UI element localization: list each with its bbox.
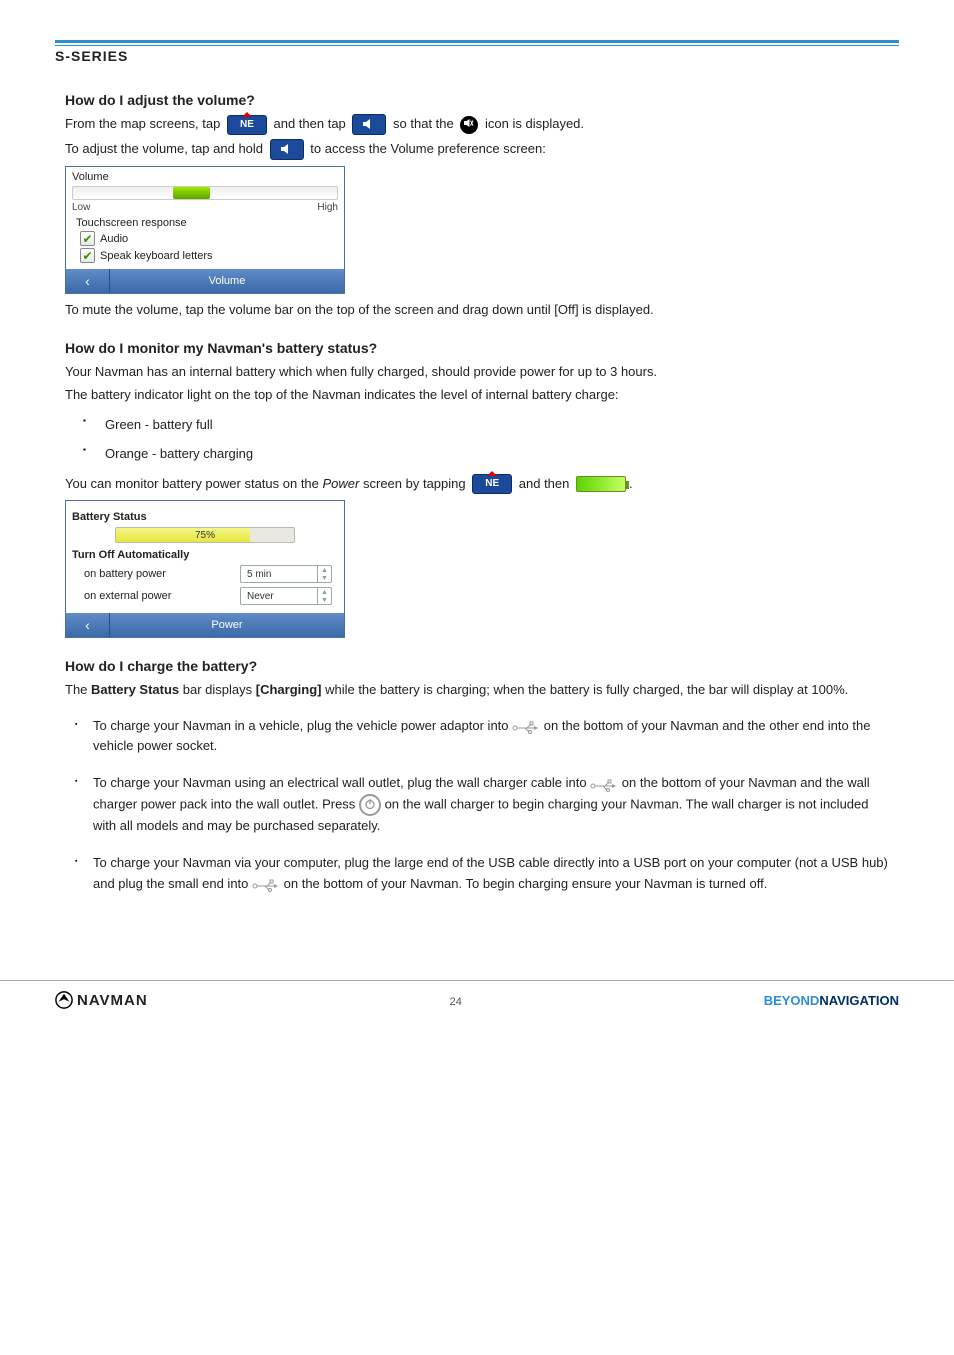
- power-footer-label: Power: [110, 619, 344, 631]
- stepper-arrows-icon: ▲▼: [317, 566, 331, 582]
- on-battery-label: on battery power: [84, 568, 166, 580]
- battery-level-icon: [576, 476, 626, 492]
- charge-intro: The Battery Status bar displays [Chargin…: [65, 680, 889, 700]
- navman-brand-text: NAVMAN: [77, 992, 148, 1009]
- battery-bullets-intro: The battery indicator light on the top o…: [65, 385, 889, 405]
- stepper-arrows-icon-2: ▲▼: [317, 588, 331, 604]
- usb-icon: [512, 719, 540, 733]
- ne-icon-2: NE: [472, 474, 512, 494]
- volume-para-3: To mute the volume, tap the volume bar o…: [65, 300, 889, 320]
- on-external-value: Never: [241, 589, 317, 604]
- volume-para-1: From the map screens, tap NE and then ta…: [65, 114, 889, 135]
- turnoff-heading: Turn Off Automatically: [72, 549, 338, 561]
- charge-step-3: To charge your Navman via your computer,…: [75, 853, 889, 895]
- on-battery-value: 5 min: [241, 567, 317, 582]
- speak-label: Speak keyboard letters: [100, 250, 213, 262]
- mute-icon: [460, 116, 478, 134]
- volume-low-label: Low: [72, 202, 90, 213]
- speaker-icon: [352, 114, 386, 135]
- usb-icon-3: [252, 877, 280, 891]
- audio-checkbox: ✔: [80, 231, 95, 246]
- page-number: 24: [450, 996, 462, 1008]
- battery-monitor-para: You can monitor battery power status on …: [65, 474, 889, 495]
- volume-high-label: High: [317, 202, 338, 213]
- volume-back-button: ‹: [66, 269, 110, 293]
- charge-heading: How do I charge the battery?: [65, 658, 889, 674]
- volume-ss-title: Volume: [72, 171, 338, 183]
- battery-status-title: Battery Status: [72, 511, 338, 523]
- navman-logo-icon: [55, 991, 73, 1009]
- volume-heading: How do I adjust the volume?: [65, 92, 889, 108]
- battery-percent: 75%: [116, 528, 294, 542]
- bullet-green: Green - battery full: [105, 415, 889, 435]
- volume-footer-label: Volume: [110, 275, 344, 287]
- on-external-selector: Never ▲▼: [240, 587, 332, 605]
- beyond-navigation-tagline: BEYONDNAVIGATION: [764, 993, 899, 1008]
- series-header: S-SERIES: [55, 45, 899, 72]
- bullet-orange: Orange - battery charging: [105, 444, 889, 464]
- volume-screenshot: Volume Low High Touchscreen response ✔ A…: [65, 166, 345, 294]
- volume-bar: [72, 186, 338, 200]
- touchscreen-label: Touchscreen response: [76, 217, 338, 229]
- power-button-icon: [359, 794, 381, 816]
- charge-step-2: To charge your Navman using an electrica…: [75, 773, 889, 837]
- ne-icon: NE: [227, 115, 267, 135]
- audio-label: Audio: [100, 233, 128, 245]
- navman-logo: NAVMAN: [55, 991, 148, 1009]
- usb-icon-2: [590, 777, 618, 791]
- speaker-icon-2: [270, 139, 304, 160]
- on-battery-selector: 5 min ▲▼: [240, 565, 332, 583]
- power-screenshot: Battery Status 75% Turn Off Automaticall…: [65, 500, 345, 638]
- battery-heading: How do I monitor my Navman's battery sta…: [65, 340, 889, 356]
- charge-step-1: To charge your Navman in a vehicle, plug…: [75, 716, 889, 758]
- on-external-label: on external power: [84, 590, 171, 602]
- battery-bar: 75%: [115, 527, 295, 543]
- volume-para-2: To adjust the volume, tap and hold to ac…: [65, 139, 889, 160]
- power-back-button: ‹: [66, 613, 110, 637]
- speak-checkbox: ✔: [80, 248, 95, 263]
- battery-intro: Your Navman has an internal battery whic…: [65, 362, 889, 382]
